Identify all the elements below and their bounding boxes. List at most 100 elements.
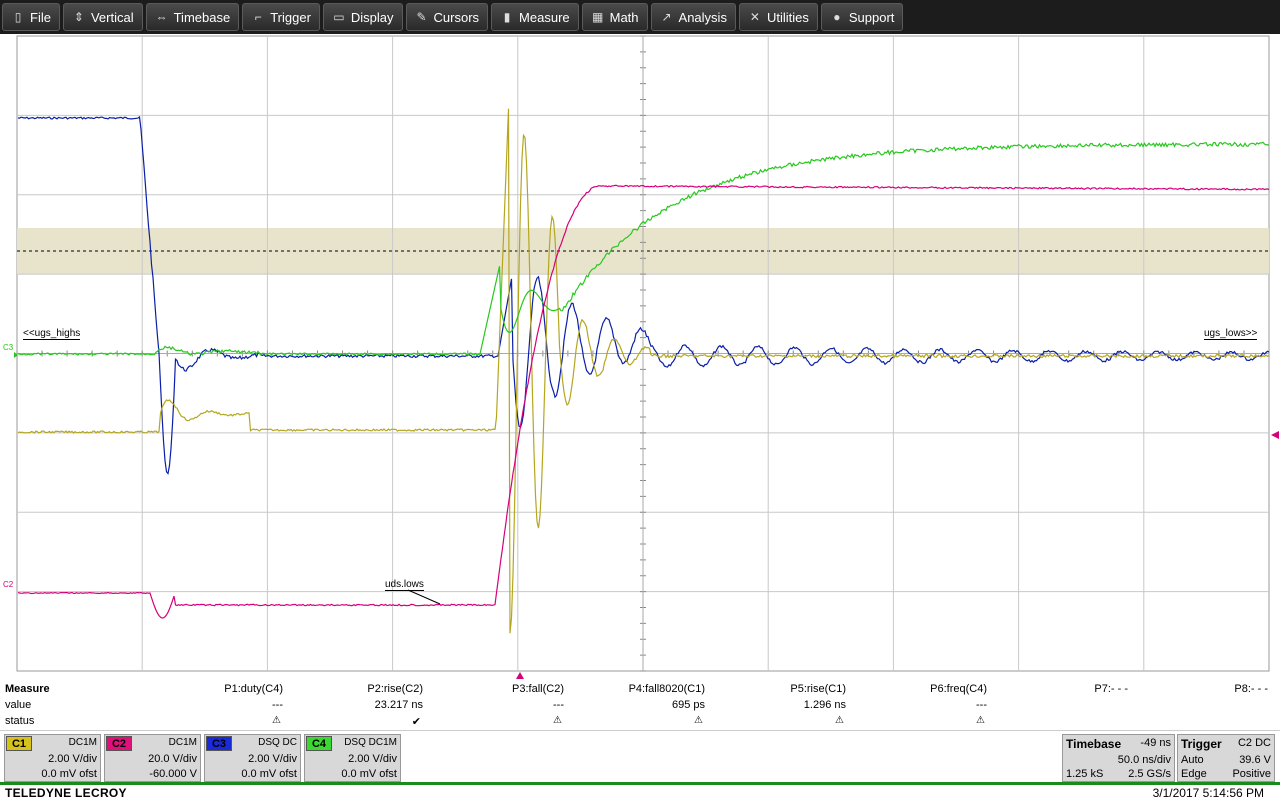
timebase-label: Timebase <box>1066 737 1122 751</box>
annotation-ugs-highs: <<ugs_highs <box>23 328 81 340</box>
footer-datetime: 3/1/2017 5:14:56 PM <box>1152 786 1264 800</box>
measure-row-status: status <box>5 715 35 727</box>
warning-icon: ⚠ <box>835 715 844 726</box>
measure-param-value: --- <box>976 699 987 711</box>
measure-param-name[interactable]: P7:- - - <box>1094 683 1128 695</box>
horizontal-arrows-icon: ⇔ <box>155 10 168 24</box>
measure-param-name[interactable]: P6:freq(C4) <box>930 683 987 695</box>
measure-table: Measure P1:duty(C4) P2:rise(C2) P3:fall(C2… <box>0 680 1280 730</box>
menu-analysis-button[interactable]: ↗ Analysis <box>650 3 736 31</box>
measure-param-value: 1.296 ns <box>803 699 846 711</box>
channel-c4-box[interactable]: C4 DSQ DC1M 2.00 V/div 0.0 mV ofst <box>304 734 401 782</box>
channel-c1-box[interactable]: C1 DC1M 2.00 V/div 0.0 mV ofst <box>4 734 101 782</box>
warning-icon: ⚠ <box>553 715 562 726</box>
menu-file-button[interactable]: ▯ File <box>2 3 60 31</box>
trigger-type: Edge <box>1181 768 1207 780</box>
channel-vdiv: 2.00 V/div <box>348 753 397 765</box>
measure-param-value: --- <box>272 699 283 711</box>
menu-support-label: Support <box>848 9 895 25</box>
math-icon: ▦ <box>591 10 604 24</box>
trigger-label: Trigger <box>1181 737 1222 751</box>
measure-param-name[interactable]: P1:duty(C4) <box>224 683 283 695</box>
c2-ground-marker: C2 <box>3 580 14 589</box>
channel-tag: C1 <box>6 736 32 751</box>
waveform-display[interactable]: <<ugs_highs ugs_lows>> uds.lows C3 C2 <box>0 34 1280 680</box>
measure-title: Measure <box>5 683 50 695</box>
channel-offset: 0.0 mV ofst <box>41 768 97 780</box>
timebase-rate: 2.5 GS/s <box>1128 768 1171 780</box>
menu-trigger-button[interactable]: ⌐ Trigger <box>242 3 320 31</box>
channel-c2-box[interactable]: C2 DC1M 20.0 V/div -60.000 V <box>104 734 201 782</box>
waveform-grid <box>14 35 1279 679</box>
menu-timebase-button[interactable]: ⇔ Timebase <box>145 3 240 31</box>
menu-bar: ▯ File ⇕ Vertical ⇔ Timebase ⌐ Trigger ▭ Display ✎… <box>0 0 1280 34</box>
channel-coupling: DSQ DC1M <box>344 737 397 748</box>
footer: TELEDYNE LECROY 3/1/2017 5:14:56 PM <box>0 782 1280 800</box>
channel-c3-box[interactable]: C3 DSQ DC 2.00 V/div 0.0 mV ofst <box>204 734 301 782</box>
menu-cursors-label: Cursors <box>433 9 480 25</box>
menu-analysis-label: Analysis <box>678 9 727 25</box>
channel-tag: C2 <box>106 736 132 751</box>
channel-offset: 0.0 mV ofst <box>341 768 397 780</box>
channel-vdiv: 2.00 V/div <box>248 753 297 765</box>
channel-coupling: DSQ DC <box>258 737 297 748</box>
trigger-slope: Positive <box>1232 768 1271 780</box>
trigger-box[interactable]: Trigger C2 DC Auto 39.6 V Edge Positive <box>1177 734 1275 782</box>
warning-icon: ⚠ <box>272 715 281 726</box>
channel-strip: C1 DC1M 2.00 V/div 0.0 mV ofst C2 DC1M 20.0 V/… <box>0 730 1280 782</box>
channel-offset: -60.000 V <box>149 768 197 780</box>
timebase-samples: 1.25 kS <box>1066 768 1104 780</box>
measure-param-name[interactable]: P8:- - - <box>1234 683 1268 695</box>
trigger-level: 39.6 V <box>1239 754 1271 766</box>
brand-logo: TELEDYNE LECROY <box>5 786 127 800</box>
utilities-icon: ✕ <box>749 10 760 24</box>
measure-param-name[interactable]: P2:rise(C2) <box>367 683 423 695</box>
display-icon: ▭ <box>333 10 345 24</box>
timebase-tdiv: 50.0 ns/div <box>1117 754 1171 766</box>
menu-cursors-button[interactable]: ✎ Cursors <box>405 3 489 31</box>
channel-coupling: DC1M <box>68 737 97 748</box>
trigger-source: C2 DC <box>1237 737 1271 749</box>
trigger-level-marker <box>1271 431 1279 439</box>
menu-file-label: File <box>30 9 51 25</box>
c3-ground-marker: C3 <box>3 343 14 352</box>
menu-math-button[interactable]: ▦ Math <box>581 3 648 31</box>
cursors-icon: ✎ <box>416 10 427 24</box>
channel-offset: 0.0 mV ofst <box>241 768 297 780</box>
menu-timebase-label: Timebase <box>173 9 231 25</box>
trigger-position-marker <box>516 672 524 679</box>
measure-icon: ▮ <box>503 10 511 24</box>
support-icon: ● <box>833 10 841 24</box>
vertical-arrows-icon: ⇕ <box>73 10 84 24</box>
menu-vertical-label: Vertical <box>90 9 134 25</box>
timebase-box[interactable]: Timebase -49 ns 50.0 ns/div 1.25 kS 2.5 … <box>1062 734 1175 782</box>
channel-coupling: DC1M <box>168 737 197 748</box>
trigger-mode: Auto <box>1181 754 1204 766</box>
menu-measure-button[interactable]: ▮ Measure <box>491 3 579 31</box>
file-icon: ▯ <box>14 10 22 24</box>
measure-param-value: --- <box>553 699 564 711</box>
measure-param-value: 695 ps <box>671 699 705 711</box>
warning-icon: ⚠ <box>976 715 985 726</box>
menu-math-label: Math <box>609 9 639 25</box>
warning-icon: ⚠ <box>694 715 703 726</box>
analysis-icon: ↗ <box>661 10 672 24</box>
menu-support-button[interactable]: ● Support <box>820 3 904 31</box>
measure-param-name[interactable]: P4:fall8020(C1) <box>629 683 705 695</box>
measure-param-value: 23.217 ns <box>374 699 423 711</box>
channel-tag: C4 <box>306 736 332 751</box>
annotation-ugs-lows: ugs_lows>> <box>1204 328 1258 340</box>
timebase-delay: -49 ns <box>1140 737 1171 749</box>
menu-utilities-button[interactable]: ✕ Utilities <box>738 3 818 31</box>
menu-trigger-label: Trigger <box>270 9 311 25</box>
measure-param-name[interactable]: P3:fall(C2) <box>512 683 564 695</box>
channel-tag: C3 <box>206 736 232 751</box>
trigger-icon: ⌐ <box>254 10 262 24</box>
menu-vertical-button[interactable]: ⇕ Vertical <box>62 3 143 31</box>
measure-param-name[interactable]: P5:rise(C1) <box>790 683 846 695</box>
channel-vdiv: 2.00 V/div <box>48 753 97 765</box>
measure-row-value: value <box>5 699 32 711</box>
channel-vdiv: 20.0 V/div <box>148 753 197 765</box>
menu-utilities-label: Utilities <box>766 9 809 25</box>
menu-display-button[interactable]: ▭ Display <box>322 3 403 31</box>
